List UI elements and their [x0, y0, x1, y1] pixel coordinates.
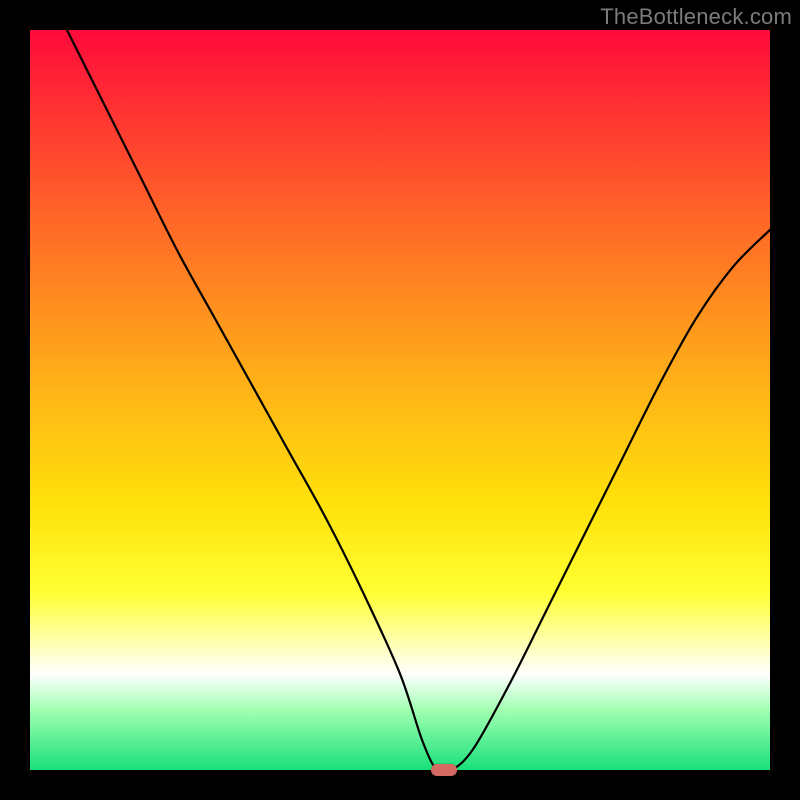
bottleneck-curve: [30, 30, 770, 770]
optimum-marker: [431, 764, 457, 776]
plot-area: [30, 30, 770, 770]
chart-frame: TheBottleneck.com: [0, 0, 800, 800]
attribution-label: TheBottleneck.com: [600, 4, 792, 30]
